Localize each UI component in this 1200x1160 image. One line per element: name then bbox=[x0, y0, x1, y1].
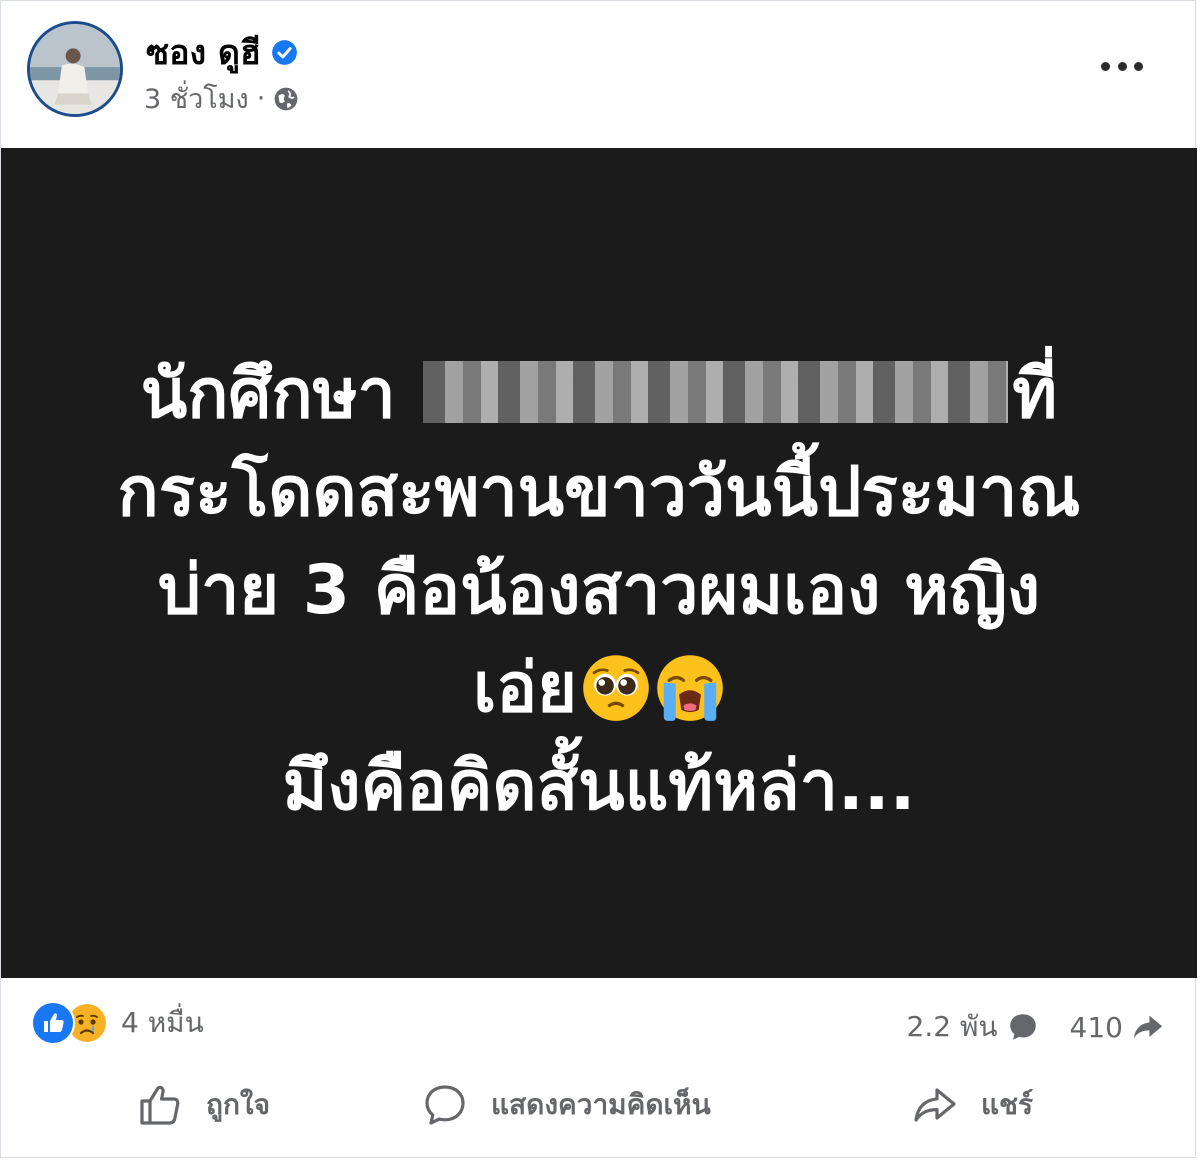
share-count[interactable]: 410 bbox=[1070, 1011, 1123, 1044]
text-line-5: มึงคือคิดสั้นแท้หล่า... bbox=[282, 747, 916, 826]
globe-icon[interactable] bbox=[273, 86, 299, 112]
engagement-stats: 2.2 พัน 410 bbox=[907, 1005, 1165, 1049]
pleading-face-emoji bbox=[583, 655, 649, 721]
text-line-2: กระโดดสะพานขาววันนี้ประมาณ bbox=[117, 453, 1081, 532]
thumbs-up-icon bbox=[140, 1085, 180, 1125]
share-count-icon bbox=[1133, 1015, 1163, 1039]
verified-badge-icon bbox=[271, 39, 297, 65]
like-reaction-icon bbox=[31, 1001, 75, 1045]
post-actions-bar: ถูกใจ แสดงความคิดเห็น แชร์ bbox=[1, 1069, 1195, 1149]
post-timestamp[interactable]: 3 ชั่วโมง bbox=[144, 77, 249, 120]
reactions-summary[interactable]: 4 หมื่น bbox=[31, 1001, 204, 1045]
more-options-button[interactable] bbox=[1101, 56, 1143, 76]
post-image-text: นักศึกษา ที่ กระโดดสะพานขาววันนี้ประมาณ … bbox=[1, 346, 1197, 836]
comment-count-icon bbox=[1009, 1014, 1036, 1040]
comment-label: แสดงความคิดเห็น bbox=[491, 1088, 711, 1121]
text-line-1: นักศึกษา ที่ bbox=[140, 355, 1058, 434]
share-icon bbox=[914, 1088, 956, 1122]
comment-button[interactable]: แสดงความคิดเห็น bbox=[421, 1081, 711, 1129]
post-image[interactable]: นักศึกษา ที่ กระโดดสะพานขาววันนี้ประมาณ … bbox=[1, 148, 1197, 978]
share-button[interactable]: แชร์ bbox=[911, 1081, 1033, 1129]
comment-count[interactable]: 2.2 พัน bbox=[907, 1005, 998, 1049]
text-line-3: บ่าย 3 คือน้องสาวผมเอง หญิง bbox=[157, 551, 1041, 630]
more-options-icon bbox=[1101, 61, 1110, 71]
like-button[interactable]: ถูกใจ bbox=[136, 1081, 270, 1129]
text-line-4: เอ่ย bbox=[1, 640, 1197, 738]
loudly-crying-face-emoji bbox=[657, 655, 723, 721]
share-label: แชร์ bbox=[981, 1088, 1034, 1121]
reaction-count: 4 หมื่น bbox=[121, 1006, 204, 1039]
avatar-photo bbox=[30, 24, 120, 114]
post-meta: 3 ชั่วโมง · bbox=[144, 77, 299, 120]
author-name[interactable]: ซอง ดูฮี bbox=[146, 25, 261, 79]
avatar[interactable] bbox=[27, 21, 123, 117]
author-name-row: ซอง ดูฮี bbox=[146, 25, 298, 79]
comment-icon bbox=[425, 1085, 465, 1125]
censored-region bbox=[423, 361, 1009, 423]
meta-separator: · bbox=[256, 83, 266, 114]
facebook-post: ซอง ดูฮี 3 ชั่วโมง · นักศึกษา ที่ กระโดด… bbox=[0, 0, 1197, 1158]
like-label: ถูกใจ bbox=[206, 1088, 270, 1121]
